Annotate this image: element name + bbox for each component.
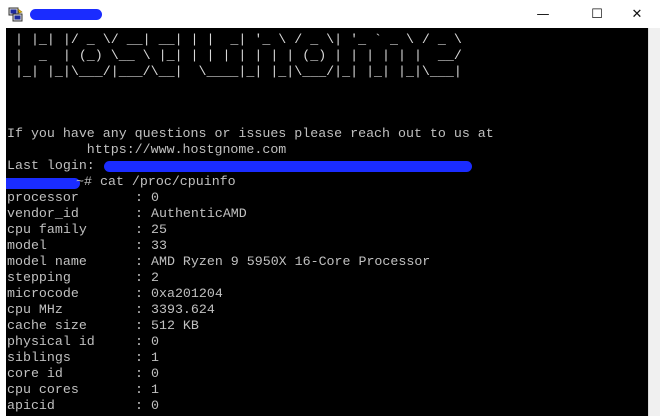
cpuinfo-separator: :	[135, 334, 151, 349]
cpuinfo-key: stepping	[7, 270, 71, 285]
cpuinfo-key: model name	[7, 254, 87, 269]
cpuinfo-value: AuthenticAMD	[151, 206, 247, 221]
cpuinfo-key: processor	[7, 190, 79, 205]
banner-ascii-line: | _ | (_) \__ \ |_| | | | | | | | (_) | …	[7, 48, 462, 63]
cpuinfo-value: 0	[151, 190, 159, 205]
cpuinfo-key: cpu MHz	[7, 302, 63, 317]
cpuinfo-separator: :	[135, 318, 151, 333]
command-text: cat /proc/cpuinfo	[100, 174, 236, 189]
cpuinfo-value: 1	[151, 382, 159, 397]
cpuinfo-value: 25	[151, 222, 167, 237]
title-bar: — ☐ ✕	[0, 0, 660, 28]
cpuinfo-separator: :	[135, 206, 151, 221]
minimize-button[interactable]: —	[520, 0, 566, 28]
cpuinfo-separator: :	[135, 254, 151, 269]
cpuinfo-separator: :	[135, 222, 151, 237]
cpuinfo-key: physical id	[7, 334, 95, 349]
banner-ascii-line: | |_| |/ _ \/ __| __| | | _| '_ \ / _ \|…	[7, 32, 462, 47]
cpuinfo-key: vendor_id	[7, 206, 79, 221]
cpuinfo-key: microcode	[7, 286, 79, 301]
cpuinfo-value: 1	[151, 350, 159, 365]
cpuinfo-key: cpu family	[7, 222, 87, 237]
last-login-redaction	[104, 161, 472, 172]
window-title-redaction	[30, 9, 102, 20]
terminal-area[interactable]: | |_| |/ _ \/ __| __| | | _| '_ \ / _ \|…	[6, 28, 648, 416]
cpuinfo-separator: :	[135, 238, 151, 253]
last-login-label: Last login:	[7, 158, 103, 173]
cpuinfo-separator: :	[135, 190, 151, 205]
cpuinfo-key: cpu cores	[7, 382, 79, 397]
help-message: If you have any questions or issues plea…	[7, 126, 494, 141]
help-url: https://www.hostgnome.com	[7, 142, 287, 157]
cpuinfo-value: 2	[151, 270, 159, 285]
prompt-host-redaction	[6, 178, 80, 189]
cpuinfo-separator: :	[135, 382, 151, 397]
cpuinfo-value: AMD Ryzen 9 5950X 16-Core Processor	[151, 254, 431, 269]
cpuinfo-separator: :	[135, 270, 151, 285]
cpuinfo-value: 0xa201204	[151, 286, 223, 301]
cpuinfo-key: cache size	[7, 318, 87, 333]
cpuinfo-value: 0	[151, 334, 159, 349]
cpuinfo-key: core id	[7, 366, 63, 381]
banner-ascii-line: |_| |_|\___/|___/\__| \____|_| |_|\___/|…	[7, 64, 462, 79]
cpuinfo-key: siblings	[7, 350, 71, 365]
cpuinfo-value: 512 KB	[151, 318, 199, 333]
cpuinfo-value: 0	[151, 366, 159, 381]
cpuinfo-separator: :	[135, 398, 151, 413]
cpuinfo-value: 0	[151, 398, 159, 413]
cpuinfo-key: apicid	[7, 398, 55, 413]
cpuinfo-key: model	[7, 238, 47, 253]
cpuinfo-separator: :	[135, 350, 151, 365]
cpuinfo-separator: :	[135, 286, 151, 301]
cpuinfo-value: 33	[151, 238, 167, 253]
close-button[interactable]: ✕	[614, 0, 660, 28]
cpuinfo-separator: :	[135, 302, 151, 317]
vertical-scrollbar[interactable]	[648, 28, 660, 416]
putty-icon[interactable]	[8, 6, 24, 22]
prompt-symbol: ~#	[76, 174, 100, 189]
cpuinfo-value: 3393.624	[151, 302, 215, 317]
cpuinfo-separator: :	[135, 366, 151, 381]
